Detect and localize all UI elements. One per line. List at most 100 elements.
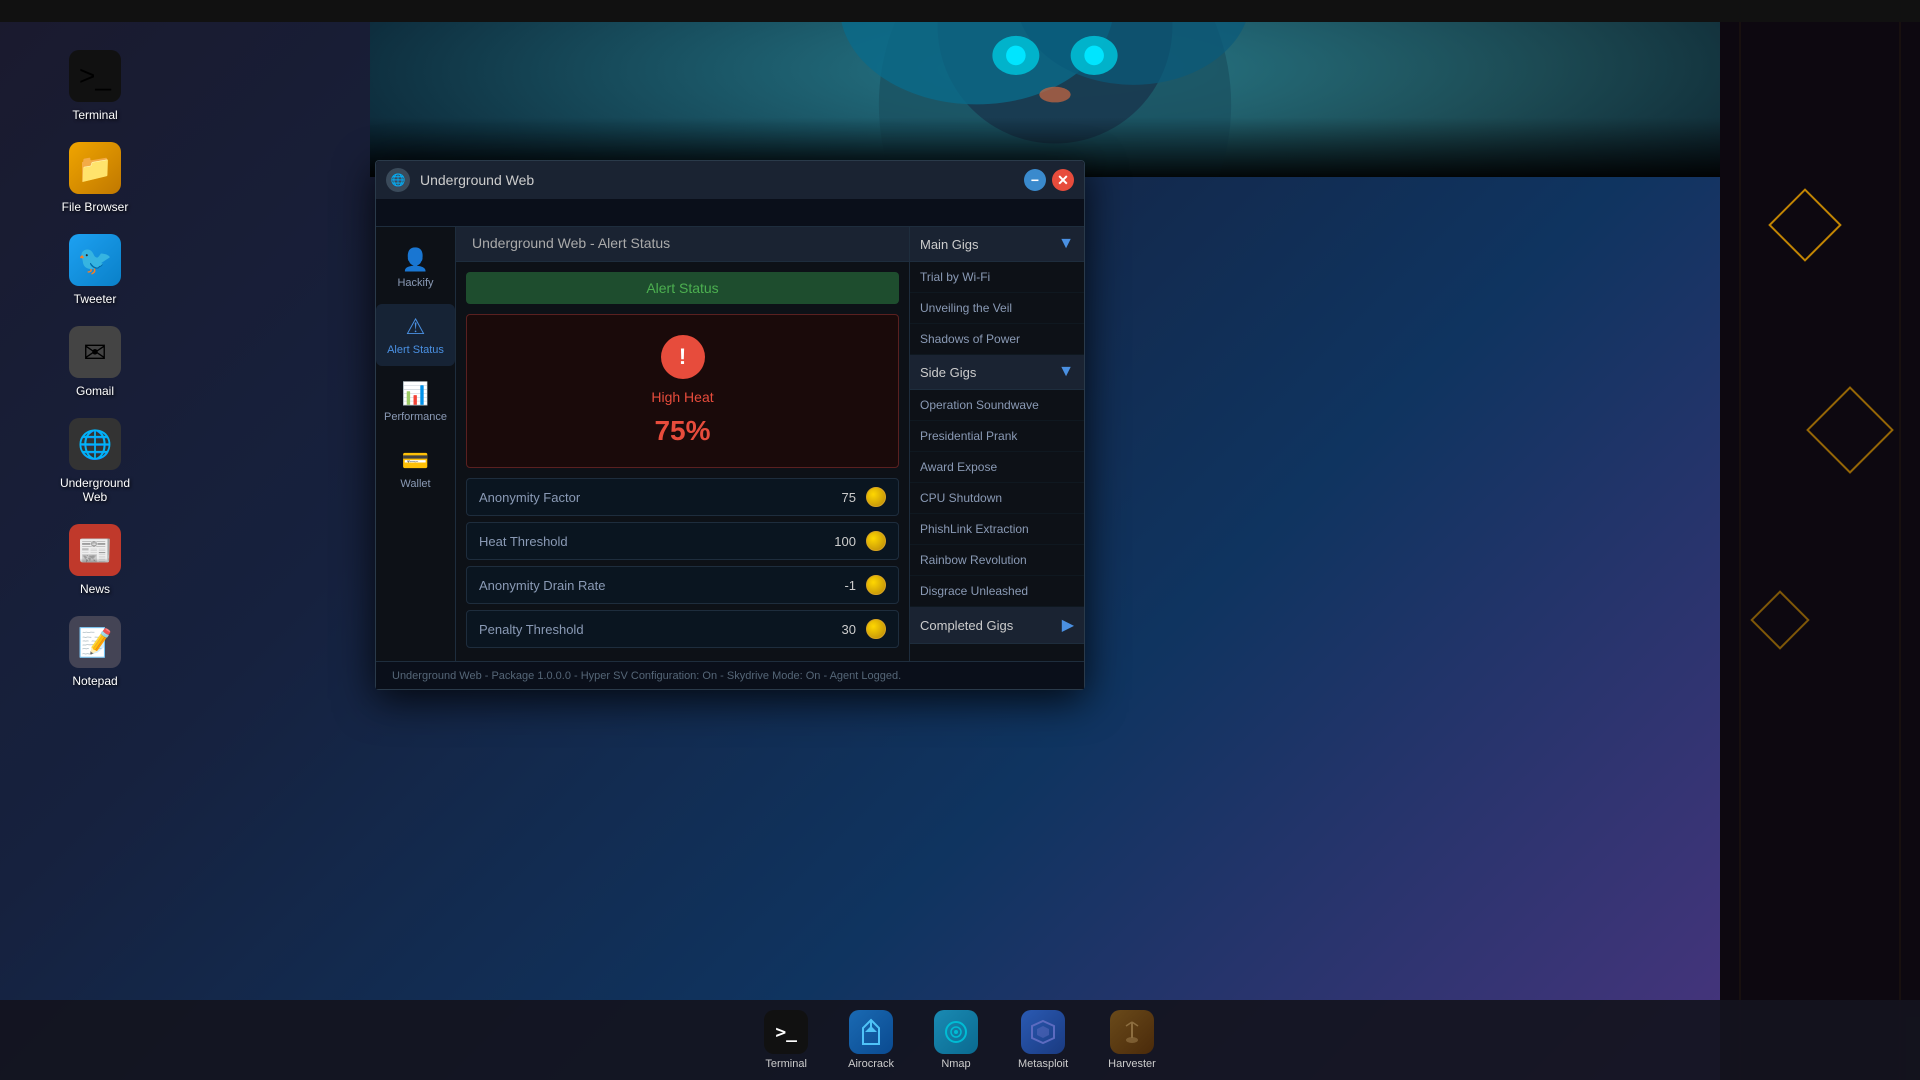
gig-item-phishlink-extraction[interactable]: PhishLink Extraction	[910, 514, 1084, 545]
gig-item-shadows-of-power[interactable]: Shadows of Power	[910, 324, 1084, 355]
nmap-taskbar-label: Nmap	[941, 1058, 970, 1070]
taskbar-item-harvester[interactable]: Harvester	[1093, 1005, 1171, 1075]
notepad-label: Notepad	[72, 674, 117, 688]
window-title: Underground Web	[420, 172, 1014, 188]
side-gigs-arrow: ▼	[1058, 363, 1074, 381]
portrait-area	[370, 22, 1740, 177]
portrait-gradient	[370, 22, 1740, 177]
underground-web-icon: 🌐	[69, 418, 121, 470]
airocrack-taskbar-icon	[849, 1010, 893, 1054]
alert-section-header: Alert Status	[466, 272, 899, 304]
stats-container: Anonymity Factor 75 Heat Threshold 100 A…	[466, 478, 899, 648]
stat-coin-icon	[866, 619, 886, 639]
gig-item-presidential-prank[interactable]: Presidential Prank	[910, 421, 1084, 452]
sidebar-item-alert-status[interactable]: ⚠ Alert Status	[376, 304, 455, 366]
wallet-nav-label: Wallet	[400, 478, 430, 490]
gig-item-operation-soundwave[interactable]: Operation Soundwave	[910, 390, 1084, 421]
tweeter-label: Tweeter	[74, 292, 117, 306]
news-icon: 📰	[69, 524, 121, 576]
window-controls: − ✕	[1024, 169, 1074, 191]
side-gigs-header[interactable]: Side Gigs ▼	[910, 355, 1084, 390]
file-browser-label: File Browser	[62, 200, 129, 214]
completed-gigs-arrow: ▶	[1062, 615, 1074, 635]
completed-gigs-header[interactable]: Completed Gigs ▶	[910, 607, 1084, 644]
terminal-taskbar-icon: >_	[764, 1010, 808, 1054]
desktop-icon-news[interactable]: 📰 News	[50, 524, 140, 596]
airocrack-taskbar-label: Airocrack	[848, 1058, 894, 1070]
sidebar-item-wallet[interactable]: 💳 Wallet	[376, 438, 455, 500]
gig-item-rainbow-revolution[interactable]: Rainbow Revolution	[910, 545, 1084, 576]
stat-value: 100	[816, 534, 856, 549]
heat-icon: !	[661, 335, 705, 379]
heat-percentage: 75%	[654, 415, 710, 447]
stat-value: 75	[816, 490, 856, 505]
side-gigs-label: Side Gigs	[920, 365, 976, 380]
gomail-icon: ✉	[69, 326, 121, 378]
terminal-label: Terminal	[72, 108, 117, 122]
desktop-icon-gomail[interactable]: ✉ Gomail	[50, 326, 140, 398]
metasploit-taskbar-label: Metasploit	[1018, 1058, 1068, 1070]
desktop-icon-notepad[interactable]: 📝 Notepad	[50, 616, 140, 688]
gig-item-trial-by-wifi[interactable]: Trial by Wi-Fi	[910, 262, 1084, 293]
taskbar-item-nmap[interactable]: Nmap	[919, 1005, 993, 1075]
taskbar-item-terminal[interactable]: >_ Terminal	[749, 1005, 823, 1075]
file-browser-icon: 📁	[69, 142, 121, 194]
status-text: Underground Web - Package 1.0.0.0 - Hype…	[392, 670, 901, 682]
gig-item-cpu-shutdown[interactable]: CPU Shutdown	[910, 483, 1084, 514]
performance-nav-label: Performance	[384, 411, 447, 423]
gig-item-unveiling-the-veil[interactable]: Unveiling the Veil	[910, 293, 1084, 324]
stat-label: Heat Threshold	[479, 534, 816, 549]
stat-row-penalty-threshold: Penalty Threshold 30	[466, 610, 899, 648]
app-main-header: Underground Web - Alert Status	[456, 227, 909, 262]
desktop-icon-tweeter[interactable]: 🐦 Tweeter	[50, 234, 140, 306]
ticker-bar: eb - Web Service Configuration - Logged …	[376, 199, 1084, 227]
app-content: 👤 Hackify ⚠ Alert Status 📊 Performance 💳…	[376, 227, 1084, 661]
gomail-label: Gomail	[76, 384, 114, 398]
alert-status-nav-icon: ⚠	[406, 314, 426, 340]
close-button[interactable]: ✕	[1052, 169, 1074, 191]
gig-item-disgrace-unleashed[interactable]: Disgrace Unleashed	[910, 576, 1084, 607]
stat-coin-icon	[866, 531, 886, 551]
metasploit-taskbar-icon	[1021, 1010, 1065, 1054]
app-main-title: Underground Web - Alert Status	[472, 235, 670, 251]
hackify-nav-label: Hackify	[397, 277, 433, 289]
hackify-nav-icon: 👤	[402, 247, 429, 273]
main-gigs-arrow: ▼	[1058, 235, 1074, 253]
nmap-taskbar-icon	[934, 1010, 978, 1054]
window-icon: 🌐	[386, 168, 410, 192]
app-sidebar: 👤 Hackify ⚠ Alert Status 📊 Performance 💳…	[376, 227, 456, 661]
performance-nav-icon: 📊	[402, 381, 429, 407]
app-main-panel: Underground Web - Alert Status Alert Sta…	[456, 227, 909, 661]
ticker-text: eb - Web Service Configuration - Logged …	[376, 206, 1084, 220]
taskbar-item-airocrack[interactable]: Airocrack	[833, 1005, 909, 1075]
main-gigs-header[interactable]: Main Gigs ▼	[910, 227, 1084, 262]
underground-web-label: Underground Web	[50, 476, 140, 504]
stat-value: -1	[816, 578, 856, 593]
right-decorative-panel	[1720, 0, 1920, 1080]
gig-item-award-expose[interactable]: Award Expose	[910, 452, 1084, 483]
stat-label: Anonymity Factor	[479, 490, 816, 505]
stat-row-anonymity-factor: Anonymity Factor 75	[466, 478, 899, 516]
stat-label: Penalty Threshold	[479, 622, 816, 637]
stat-coin-icon	[866, 487, 886, 507]
stat-value: 30	[816, 622, 856, 637]
status-bar: Underground Web - Package 1.0.0.0 - Hype…	[376, 661, 1084, 689]
taskbar-item-metasploit[interactable]: Metasploit	[1003, 1005, 1083, 1075]
stat-row-heat-threshold: Heat Threshold 100	[466, 522, 899, 560]
alert-panel: Alert Status ! High Heat 75% Anonymity F…	[456, 262, 909, 661]
stat-coin-icon	[866, 575, 886, 595]
tweeter-icon: 🐦	[69, 234, 121, 286]
sidebar-item-performance[interactable]: 📊 Performance	[376, 371, 455, 433]
desktop-icon-file-browser[interactable]: 📁 File Browser	[50, 142, 140, 214]
desktop-icon-underground-web[interactable]: 🌐 Underground Web	[50, 418, 140, 504]
alert-status-nav-label: Alert Status	[387, 344, 444, 356]
desktop-icon-terminal[interactable]: >_ Terminal	[50, 50, 140, 122]
sidebar-item-hackify[interactable]: 👤 Hackify	[376, 237, 455, 299]
top-bar	[0, 0, 1920, 22]
stat-row-anonymity-drain-rate: Anonymity Drain Rate -1	[466, 566, 899, 604]
harvester-taskbar-icon	[1110, 1010, 1154, 1054]
terminal-icon: >_	[69, 50, 121, 102]
minimize-button[interactable]: −	[1024, 169, 1046, 191]
terminal-taskbar-label: Terminal	[765, 1058, 807, 1070]
main-gigs-label: Main Gigs	[920, 237, 979, 252]
